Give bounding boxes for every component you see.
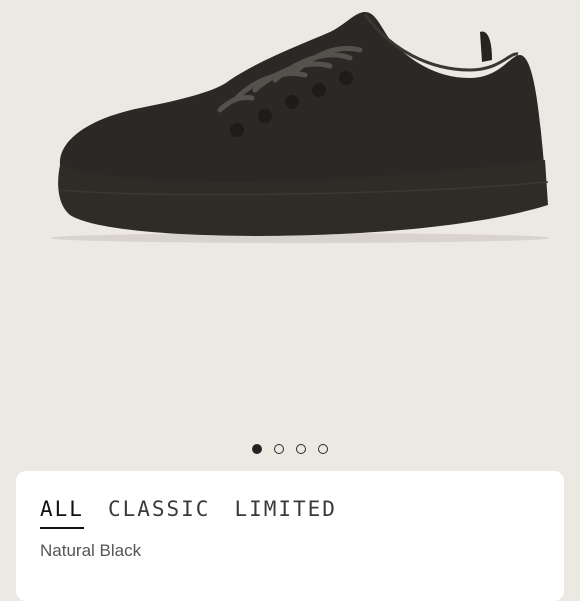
tab-classic[interactable]: CLASSIC: [108, 497, 211, 529]
pagination-dot-4[interactable]: [318, 444, 328, 454]
pagination-dot-3[interactable]: [296, 444, 306, 454]
image-pagination: [0, 444, 580, 454]
pagination-dot-1[interactable]: [252, 444, 262, 454]
product-gallery[interactable]: [0, 0, 580, 470]
collection-tabs: ALL CLASSIC LIMITED: [40, 497, 337, 529]
pagination-dot-2[interactable]: [274, 444, 284, 454]
tab-all[interactable]: ALL: [40, 497, 84, 529]
selected-color-name: Natural Black: [40, 541, 142, 560]
tab-limited[interactable]: LIMITED: [234, 497, 337, 529]
sneaker-product-image: [50, 12, 550, 243]
color-selector-card: ALL CLASSIC LIMITED Natural Black: [16, 471, 564, 601]
